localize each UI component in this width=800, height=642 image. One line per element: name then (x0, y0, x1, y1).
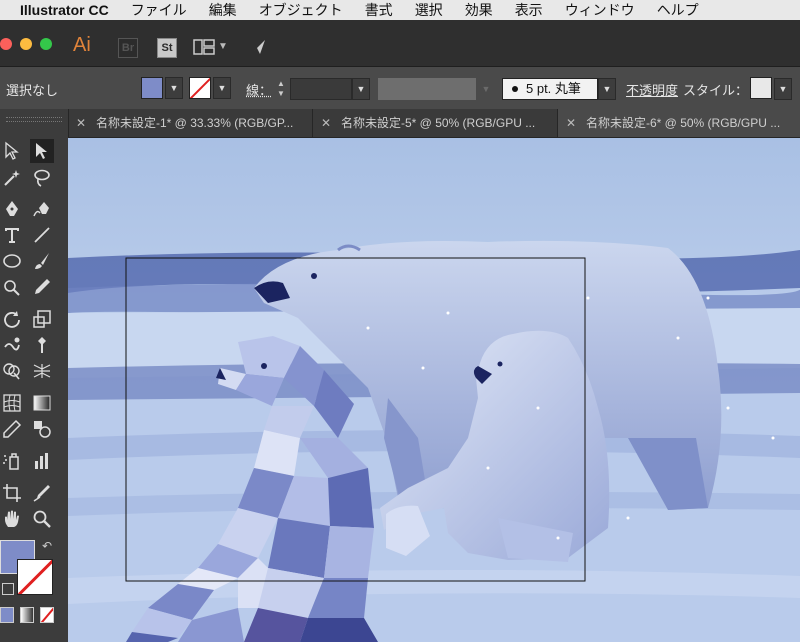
hand-icon[interactable] (0, 507, 24, 531)
fill-color-control[interactable]: ▼ (141, 77, 183, 99)
tab-document-5[interactable]: ✕ 名称未設定-5* @ 50% (RGB/GPU ... (313, 109, 558, 137)
chevron-down-icon[interactable]: ▼ (213, 77, 231, 99)
chevron-down-icon[interactable]: ▼ (352, 78, 370, 100)
color-mode-button[interactable] (0, 607, 14, 623)
line-segment-icon[interactable] (30, 223, 54, 247)
selection-icon[interactable] (30, 139, 54, 163)
chevron-down-icon[interactable]: ▼ (774, 78, 792, 100)
chevron-down-icon[interactable]: ▼ (598, 78, 616, 100)
none-mode-button[interactable] (40, 607, 54, 623)
column-graph-icon[interactable] (30, 449, 54, 473)
application-bar: Ai Br St ▼ (0, 20, 800, 67)
menu-select[interactable]: 選択 (415, 0, 443, 20)
window-close-button[interactable] (0, 38, 12, 50)
variable-width-profile[interactable] (378, 78, 476, 100)
menu-file[interactable]: ファイル (131, 0, 187, 20)
stock-button[interactable]: St (157, 38, 177, 58)
menu-view[interactable]: 表示 (515, 0, 543, 20)
menu-object[interactable]: オブジェクト (259, 0, 343, 20)
stroke-weight-stepper[interactable]: ▲ ▼ (274, 79, 288, 99)
shaper-icon[interactable] (0, 275, 24, 299)
rotate-icon[interactable] (0, 307, 24, 331)
tab-label: 名称未設定-5* @ 50% (RGB/GPU ... (341, 116, 536, 130)
graphic-style-swatch[interactable] (750, 77, 772, 99)
stroke-swatch[interactable] (189, 77, 211, 99)
document-canvas[interactable] (68, 138, 800, 642)
curvature-icon[interactable] (30, 197, 54, 221)
stroke-panel-link[interactable]: 線： (246, 80, 272, 99)
stroke-color-control[interactable]: ▼ (189, 77, 231, 99)
ellipse-icon[interactable] (0, 249, 24, 273)
slice-icon[interactable] (30, 481, 54, 505)
opacity-panel-link[interactable]: 不透明度 (626, 80, 678, 99)
tools-panel: ↶ (0, 109, 69, 642)
arrange-documents-icon[interactable] (193, 39, 215, 60)
mesh-icon[interactable] (0, 391, 24, 415)
selection-status: 選択なし (6, 83, 59, 98)
shape-builder-icon[interactable] (0, 359, 24, 383)
menu-type[interactable]: 書式 (365, 0, 393, 20)
gpu-performance-icon[interactable] (249, 38, 267, 61)
default-fill-stroke-icon[interactable] (2, 583, 14, 595)
menu-bar: Illustrator CC ファイル 編集 オブジェクト 書式 選択 効果 表… (0, 0, 800, 20)
close-icon[interactable]: ✕ (321, 109, 337, 137)
close-icon[interactable]: ✕ (76, 109, 92, 137)
perspective-grid-icon[interactable] (30, 359, 54, 383)
window-minimize-button[interactable] (20, 38, 32, 50)
fill-swatch[interactable] (141, 77, 163, 99)
window-zoom-button[interactable] (40, 38, 52, 50)
puppet-warp-icon[interactable] (30, 333, 54, 357)
gradient-icon[interactable] (30, 391, 54, 415)
tab-document-6[interactable]: ✕ 名称未設定-6* @ 50% (RGB/GPU ... (558, 109, 800, 137)
style-label: スタイル： (683, 83, 749, 98)
eyedropper-icon[interactable] (0, 417, 24, 441)
tab-document-1[interactable]: ✕ 名称未設定-1* @ 33.33% (RGB/GP... (68, 109, 313, 137)
app-menu[interactable]: Illustrator CC (20, 2, 109, 18)
brush-value: 5 pt. 丸筆 (526, 81, 581, 96)
menu-edit[interactable]: 編集 (209, 0, 237, 20)
menu-effect[interactable]: 効果 (465, 0, 493, 20)
pencil-icon[interactable] (30, 275, 54, 299)
tab-label: 名称未設定-6* @ 50% (RGB/GPU ... (586, 116, 781, 130)
brush-dot-icon (512, 85, 518, 92)
control-bar: 選択なし ▼ ▼ 線： ▲ ▼ ▼ ▼ 5 pt. 丸筆 ▼ 不透明度 スタイル：… (0, 67, 800, 109)
stroke-weight-input[interactable] (290, 78, 352, 100)
swap-fill-stroke-icon[interactable]: ↶ (42, 539, 52, 553)
menu-window[interactable]: ウィンドウ (565, 0, 635, 20)
close-icon[interactable]: ✕ (566, 109, 582, 137)
warp-icon[interactable] (0, 333, 24, 357)
symbol-sprayer-icon[interactable] (0, 449, 24, 473)
scale-icon[interactable] (30, 307, 54, 331)
document-tabs: ✕ 名称未設定-1* @ 33.33% (RGB/GP... ✕ 名称未設定-5* … (68, 109, 800, 138)
stroke-color-box[interactable] (17, 559, 53, 595)
gradient-mode-button[interactable] (20, 607, 34, 623)
menu-help[interactable]: ヘルプ (657, 0, 699, 20)
chevron-down-icon[interactable]: ▼ (165, 77, 183, 99)
blend-icon[interactable] (30, 417, 54, 441)
pen-icon[interactable] (0, 197, 24, 221)
artboard-icon[interactable] (0, 481, 24, 505)
zoom-icon[interactable] (30, 507, 54, 531)
artwork (68, 138, 800, 642)
magic-wand-icon[interactable] (0, 166, 24, 190)
chevron-down-icon[interactable]: ▼ (478, 78, 494, 100)
tab-label: 名称未設定-1* @ 33.33% (RGB/GP... (96, 116, 294, 130)
type-icon[interactable] (0, 223, 24, 247)
illustrator-logo: Ai (73, 34, 91, 56)
brush-definition-select[interactable]: 5 pt. 丸筆 (502, 78, 598, 100)
direct-selection-icon[interactable] (0, 139, 24, 163)
paintbrush-icon[interactable] (30, 249, 54, 273)
panel-grip[interactable] (6, 117, 62, 122)
bridge-button[interactable]: Br (118, 38, 138, 58)
chevron-down-icon[interactable]: ▼ (218, 41, 228, 52)
lasso-icon[interactable] (30, 166, 54, 190)
